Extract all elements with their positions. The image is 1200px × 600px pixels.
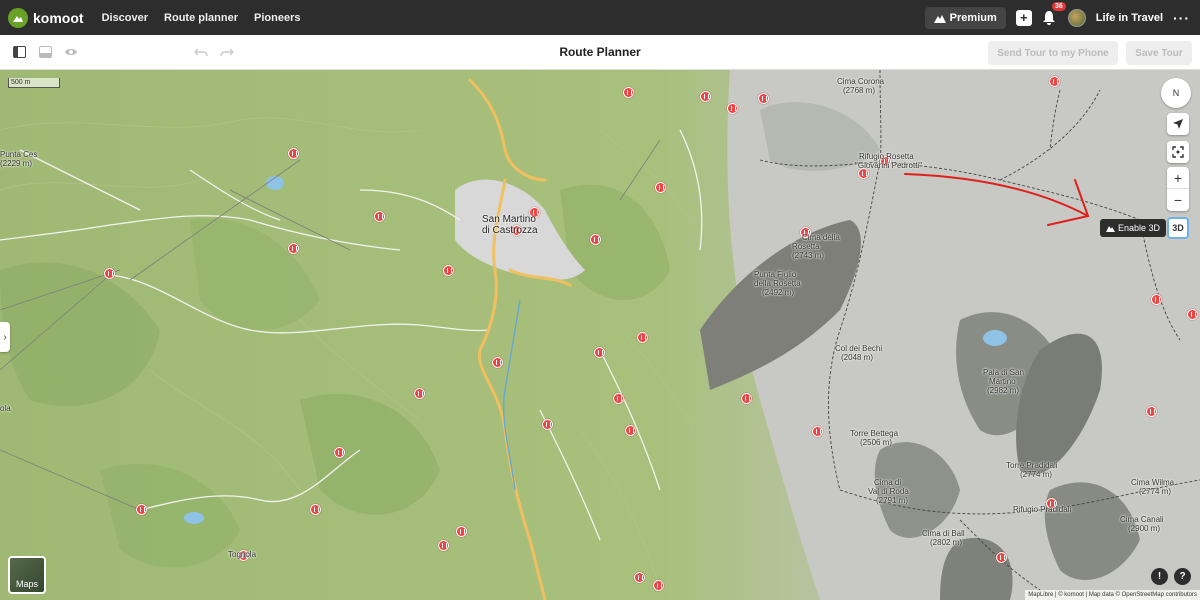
map-label: Torre Bettega (2506 m) — [850, 429, 899, 447]
send-tour-to-phone-button[interactable]: Send Tour to my Phone — [988, 41, 1118, 65]
poi-marker[interactable] — [456, 526, 467, 537]
poi-marker[interactable] — [1146, 406, 1157, 417]
map-label: Cima Wilma (2774 m) — [1131, 478, 1175, 496]
map-label: Cima Canali (2900 m) — [1120, 515, 1164, 533]
bottom-panel-icon[interactable] — [38, 45, 52, 59]
help-button[interactable]: ? — [1174, 568, 1191, 585]
poi-marker[interactable] — [492, 357, 503, 368]
poi-marker[interactable] — [1151, 294, 1162, 305]
logo-text: komoot — [33, 9, 84, 26]
map-label: Punta Figlio della Rosetta (2492 m) — [754, 270, 801, 297]
komoot-logo[interactable]: komoot — [8, 7, 84, 28]
redo-icon[interactable] — [220, 45, 234, 59]
poi-marker[interactable] — [653, 580, 664, 591]
locate-button[interactable] — [1167, 113, 1189, 135]
enable-3d-tooltip: Enable 3D — [1100, 219, 1167, 237]
zoom-control: + − — [1167, 167, 1189, 211]
expand-sidebar-button[interactable]: › — [0, 322, 10, 352]
zoom-out-button[interactable]: − — [1167, 189, 1189, 211]
poi-marker[interactable] — [104, 268, 115, 279]
fullscreen-icon — [1172, 146, 1184, 158]
poi-marker[interactable] — [334, 447, 345, 458]
bell-icon — [1042, 10, 1055, 25]
username[interactable]: Life in Travel — [1096, 12, 1163, 24]
poi-marker[interactable] — [996, 552, 1007, 563]
map-label: Cima della Rosetta (2743 m) — [792, 233, 840, 260]
poi-marker[interactable] — [655, 182, 666, 193]
map-layers-button[interactable]: Maps — [8, 556, 46, 594]
notifications-button[interactable]: 36 — [1042, 1, 1066, 26]
poi-marker[interactable] — [288, 243, 299, 254]
poi-marker[interactable] — [741, 393, 752, 404]
poi-marker[interactable] — [288, 148, 299, 159]
nav-link-pioneers[interactable]: Pioneers — [254, 12, 300, 24]
toggle-3d-button[interactable]: 3D — [1167, 217, 1189, 239]
poi-marker[interactable] — [700, 91, 711, 102]
eye-icon[interactable] — [64, 45, 78, 59]
map-label: Tognola — [228, 550, 257, 559]
poi-marker[interactable] — [136, 504, 147, 515]
map-layers-label: Maps — [15, 579, 38, 589]
map-label: ola — [0, 404, 11, 413]
topographic-map — [0, 70, 1200, 600]
poi-marker[interactable] — [727, 103, 738, 114]
user-avatar[interactable] — [1067, 8, 1086, 27]
fullscreen-button[interactable] — [1167, 141, 1189, 163]
komoot-logo-icon — [8, 7, 28, 28]
poi-marker[interactable] — [438, 540, 449, 551]
poi-marker[interactable] — [623, 87, 634, 98]
poi-marker[interactable] — [625, 425, 636, 436]
poi-marker[interactable] — [414, 388, 425, 399]
report-issue-button[interactable]: ! — [1151, 568, 1168, 585]
compass-button[interactable]: N — [1161, 78, 1191, 108]
map-label: Cima di Ball (2802 m) — [922, 529, 965, 547]
premium-label: Premium — [949, 11, 997, 24]
save-tour-button[interactable]: Save Tour — [1126, 41, 1192, 65]
notification-count-badge: 36 — [1051, 1, 1066, 11]
premium-button[interactable]: Premium — [924, 6, 1006, 29]
map-label: Cima Corona (2768 m) — [837, 77, 885, 95]
map-label: Rifugio Rosetta "Giovanni Pedrotti" — [855, 152, 923, 170]
map-label: Col dei Bechi (2048 m) — [835, 344, 883, 362]
map-attribution: MapLibre | © komoot | Map data © OpenStr… — [1025, 590, 1200, 600]
mountain-icon — [1106, 226, 1115, 232]
nav-right-group: Premium + 36 Life in Travel ··· — [924, 1, 1190, 29]
map-label: Cima di Val di Roda (2791 m) — [868, 478, 909, 505]
poi-marker[interactable] — [634, 572, 645, 583]
top-navigation-bar: komoot Discover Route planner Pioneers P… — [0, 0, 1200, 35]
town-label: San Martino di Castrozza — [482, 214, 538, 236]
poi-marker[interactable] — [637, 332, 648, 343]
enable-3d-label: Enable 3D — [1118, 223, 1161, 233]
poi-marker[interactable] — [542, 419, 553, 430]
poi-marker[interactable] — [812, 426, 823, 437]
zoom-in-button[interactable]: + — [1167, 167, 1189, 189]
map-canvas[interactable]: Punta Ces (2229 m) Cima Corona (2768 m) Ri… — [0, 70, 1200, 600]
poi-marker[interactable] — [1049, 76, 1060, 87]
chevron-right-icon: › — [3, 331, 7, 343]
location-arrow-icon — [1173, 119, 1183, 129]
map-label: Pala di San Martino (2982 m) — [983, 368, 1024, 395]
poi-marker[interactable] — [1187, 309, 1198, 320]
poi-marker[interactable] — [310, 504, 321, 515]
poi-marker[interactable] — [590, 234, 601, 245]
mountain-icon — [933, 14, 946, 23]
poi-marker[interactable] — [613, 393, 624, 404]
scale-bar: 500 m — [8, 78, 60, 88]
map-label: Rifugio Pradidali — [1013, 505, 1072, 514]
poi-marker[interactable] — [758, 93, 769, 104]
nav-link-route-planner[interactable]: Route planner — [164, 12, 238, 24]
compass-north-label: N — [1172, 88, 1180, 98]
more-menu-button[interactable]: ··· — [1173, 10, 1190, 26]
sidebar-panel-icon[interactable] — [12, 45, 26, 59]
create-plus-button[interactable]: + — [1015, 9, 1032, 26]
poi-marker[interactable] — [443, 265, 454, 276]
map-label: Punta Ces (2229 m) — [0, 150, 38, 168]
route-planner-toolbar: Route Planner Send Tour to my Phone Save… — [0, 35, 1200, 70]
main-nav-links: Discover Route planner Pioneers — [102, 12, 301, 24]
poi-marker[interactable] — [374, 211, 385, 222]
map-label: Torre Pradidali (2774 m) — [1006, 461, 1058, 479]
undo-icon[interactable] — [194, 45, 208, 59]
poi-marker[interactable] — [594, 347, 605, 358]
nav-link-discover[interactable]: Discover — [102, 12, 148, 24]
